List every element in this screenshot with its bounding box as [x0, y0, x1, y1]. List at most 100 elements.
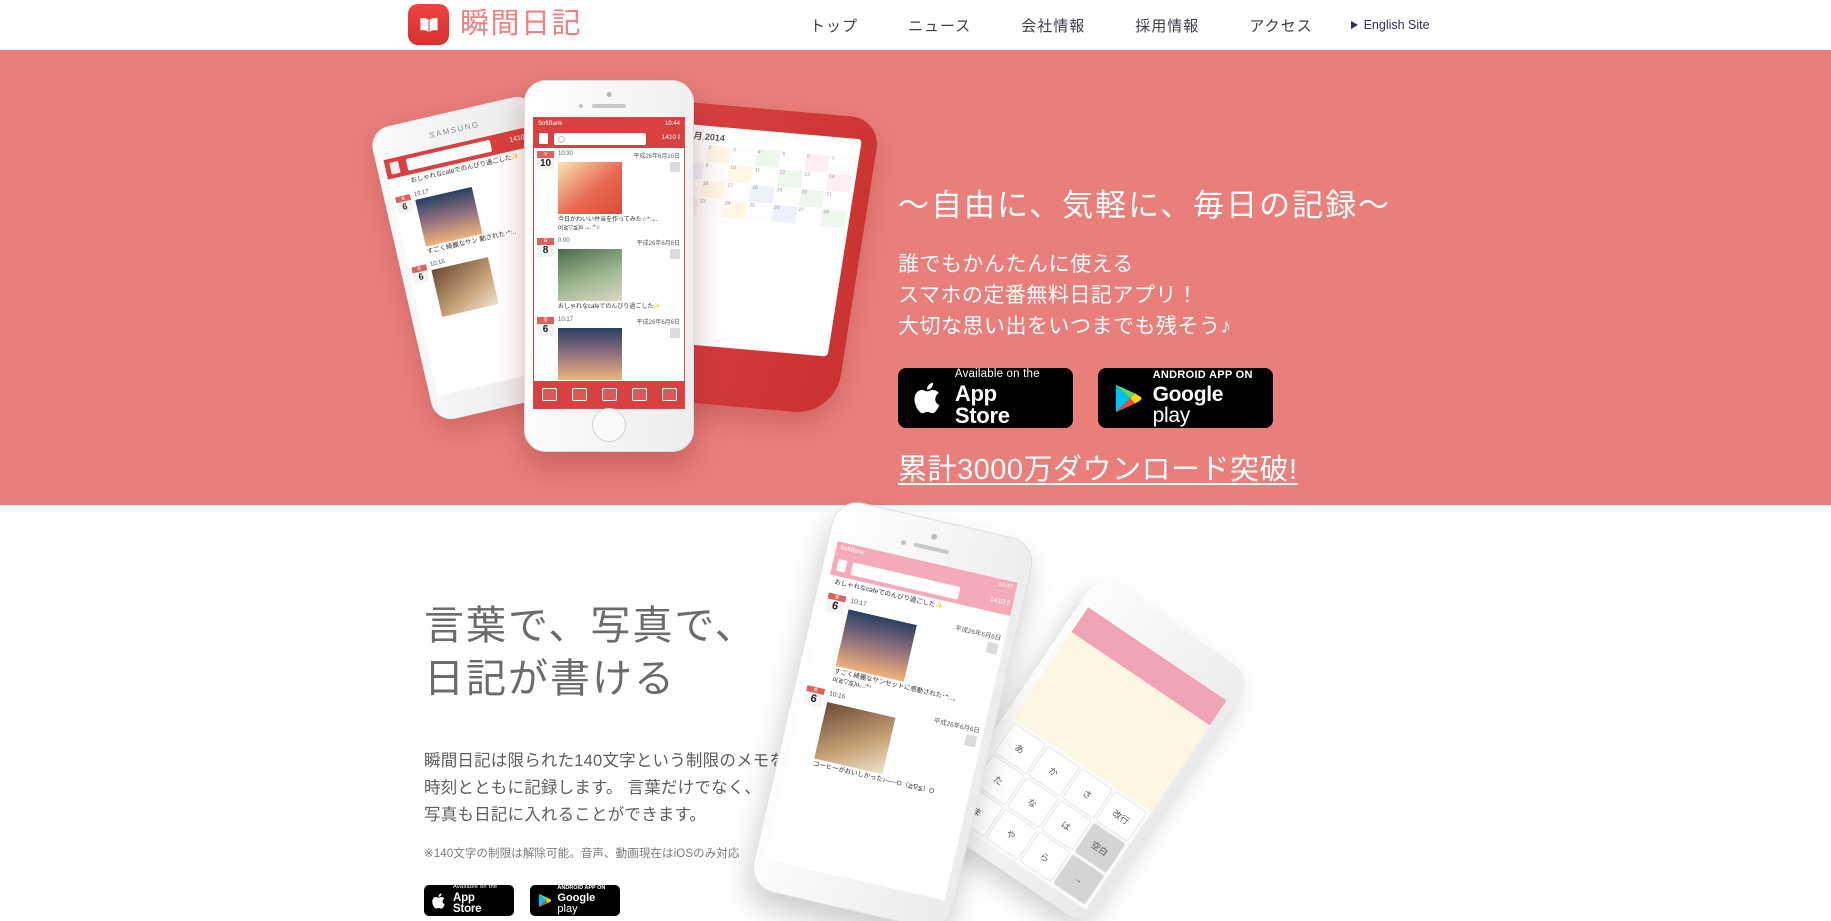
feature-heading-line: 日記が書ける — [424, 657, 676, 701]
day-label: 6 — [537, 323, 554, 336]
app-store-button-small[interactable]: Available on the App Store — [424, 884, 514, 916]
feature-paragraph: 瞬間日記は限られた140文字という制限のメモを 時刻とともに記録します。 言葉だ… — [424, 748, 786, 829]
google-play-top-label: ANDROID APP ON — [1152, 369, 1253, 381]
trash-icon — [389, 160, 401, 175]
write-icon[interactable] — [541, 388, 557, 401]
entry-thumbnail — [558, 162, 622, 214]
english-site-label: English Site — [1363, 18, 1430, 32]
ios-tab-bar — [534, 381, 684, 408]
carrier-label: SoftBank — [538, 120, 563, 127]
entry-date: 平成26年6月10日 — [633, 154, 680, 160]
google-play-bottom-label-2: play — [557, 903, 578, 916]
book-icon — [408, 4, 449, 45]
date-badge: 火 10 — [537, 151, 554, 170]
clock-label: 10:44 — [664, 120, 680, 127]
entry-date: 平成26年6月6日 — [636, 320, 680, 326]
memo-icon — [670, 162, 680, 172]
app-store-button[interactable]: Available on the App Store — [898, 368, 1073, 428]
nav-item-company[interactable]: 会社情報 — [1021, 15, 1085, 36]
main-nav: トップ ニュース 会社情報 採用情報 アクセス English Site — [810, 0, 1430, 50]
entry-count: 1410 វ — [988, 596, 1010, 608]
feature-store-badges: Available on the App Store ANDROID APP O… — [424, 884, 786, 916]
feature-section: 言葉で、写真で、 日記が書ける 瞬間日記は限られた140文字という制限のメモを … — [0, 497, 1831, 921]
day-label: 6 — [824, 598, 846, 616]
date-badge: 金 6 — [411, 264, 430, 285]
feature-copy: 言葉で、写真で、 日記が書ける 瞬間日記は限られた140文字という制限のメモを … — [424, 600, 786, 916]
day-label: 6 — [396, 199, 414, 214]
entry-text: 今日かわいい弁当を作ってみた☆*:.｡. o(≧▽≦)o .｡.:*☆ — [558, 217, 658, 231]
day-label: 10 — [537, 157, 554, 170]
entry-time: 0:00 — [558, 238, 570, 244]
trash-icon — [836, 558, 848, 573]
list-item: 日 8 0:00 平成26年6月8日 おしゃれなcafeでのんびり過ごした✨ — [534, 235, 684, 314]
google-play-button-small[interactable]: ANDROID APP ON Google play — [530, 885, 620, 916]
nav-item-access[interactable]: アクセス — [1249, 15, 1312, 36]
day-label: 6 — [412, 270, 430, 285]
calendar-icon[interactable] — [601, 388, 617, 401]
memo-icon — [670, 249, 680, 259]
brand-logo[interactable]: 瞬間日記 — [408, 4, 582, 45]
app-store-top-label: Available on the — [954, 367, 1040, 380]
hero-subtext: 誰でもかんたんに使える スマホの定番無料日記アプリ！ 大切な思い出をいつまでも残… — [898, 249, 1391, 342]
feature-paragraph-line: 瞬間日記は限られた140文字という制限のメモを — [424, 752, 787, 770]
camera-icon[interactable] — [571, 388, 587, 401]
hero-subtext-line: 大切な思い出をいつまでも残そう♪ — [898, 315, 1232, 338]
clock-label: 10:47 — [997, 581, 1014, 591]
sensor-icon — [930, 533, 938, 541]
sensor-icon — [606, 92, 612, 97]
entry-list: 火 10 10:30 平成26年6月10日 今日かわいい弁当を作ってみた☆*:.… — [534, 148, 684, 385]
entry-thumbnail — [558, 328, 622, 380]
apple-icon — [914, 382, 940, 414]
nav-item-top[interactable]: トップ — [810, 15, 858, 36]
iphone-screen: SoftBank 10:44 1410 វ 火 10 10:30 平成26年6月… — [533, 117, 685, 409]
hero-store-badges: Available on the App Store ANDROID APP O… — [898, 368, 1391, 428]
entry-text: コーヒーがおいしかった♪―─O（≧∇≦）O — [812, 759, 935, 795]
site-header: 瞬間日記 トップ ニュース 会社情報 採用情報 アクセス English Sit… — [0, 0, 1831, 50]
google-play-button[interactable]: ANDROID APP ON Google play — [1098, 368, 1273, 428]
memo-icon — [670, 328, 680, 338]
trash-icon — [539, 133, 548, 144]
entry-time: 10:17 — [849, 597, 868, 608]
google-play-icon — [538, 893, 552, 908]
front-camera-icon — [579, 104, 583, 108]
entry-count: 1410 វ — [661, 134, 680, 141]
hero-phone-mockup: SAMSUNG 1410 វ おしゃれなcafeでのんびり過ごした✨ 金 6 1… — [368, 80, 890, 475]
feature-heading-line: 言葉で、写真で、 — [424, 604, 757, 648]
feature-note: ※140文字の制限は解除可能。音声、動画現在はiOSのみ対応 — [424, 848, 740, 860]
hero-copy: 〜自由に、気軽に、毎日の記録〜 誰でもかんたんに使える スマホの定番無料日記アプ… — [898, 180, 1391, 505]
day-label: 8 — [537, 244, 554, 257]
google-play-bottom-label-2: play — [1152, 404, 1191, 427]
entry-text: おしゃれなcafeでのんびり過ごした✨ — [558, 304, 661, 310]
app-store-bottom-label: App Store — [954, 381, 1010, 429]
front-camera-icon — [900, 539, 907, 546]
ios-status-bar: SoftBank 10:44 — [534, 118, 684, 129]
app-store-top-label: Available on the — [452, 884, 498, 891]
date-badge: 日 8 — [537, 238, 554, 257]
list-item: 火 10 10:30 平成26年6月10日 今日かわいい弁当を作ってみた☆*:.… — [534, 148, 684, 235]
feature-paragraph-line: 時刻とともに記録します。 言葉だけでなく、 — [424, 779, 762, 797]
google-play-icon — [1115, 384, 1142, 412]
memo-icon — [985, 641, 999, 655]
date-badge: 金 6 — [394, 193, 414, 214]
grid-icon[interactable] — [661, 388, 677, 401]
hero-subtext-line: 誰でもかんたんに使える — [898, 253, 1134, 276]
triangle-right-icon — [1350, 21, 1358, 29]
search-field — [554, 133, 646, 145]
entry-time: 10:17 — [558, 317, 574, 323]
app-store-bottom-label: App Store — [452, 891, 482, 916]
iphone-mockup: SoftBank 10:44 1410 វ 火 10 10:30 平成26年6月… — [524, 80, 694, 452]
google-play-top-label: ANDROID APP ON — [557, 884, 606, 891]
english-site-link[interactable]: English Site — [1350, 18, 1430, 32]
home-button-icon — [592, 408, 626, 442]
entry-thumbnail — [431, 257, 499, 317]
nav-item-news[interactable]: ニュース — [908, 15, 971, 36]
date-badge: 金 6 — [803, 684, 826, 708]
speaker-icon — [592, 104, 626, 108]
day-label: 6 — [803, 690, 824, 708]
date-badge: 金 6 — [824, 592, 847, 616]
download-milestone-link[interactable]: 累計3000万ダウンロード突破! — [898, 446, 1298, 488]
brush-icon[interactable] — [631, 388, 647, 401]
feature-phone-mockup: あ か さ 改行 た な は 空白 ま や ら → SoftBank 10:47… — [747, 495, 1254, 921]
ios-app-bar: 1410 វ — [534, 129, 684, 148]
nav-item-recruit[interactable]: 採用情報 — [1135, 15, 1199, 36]
